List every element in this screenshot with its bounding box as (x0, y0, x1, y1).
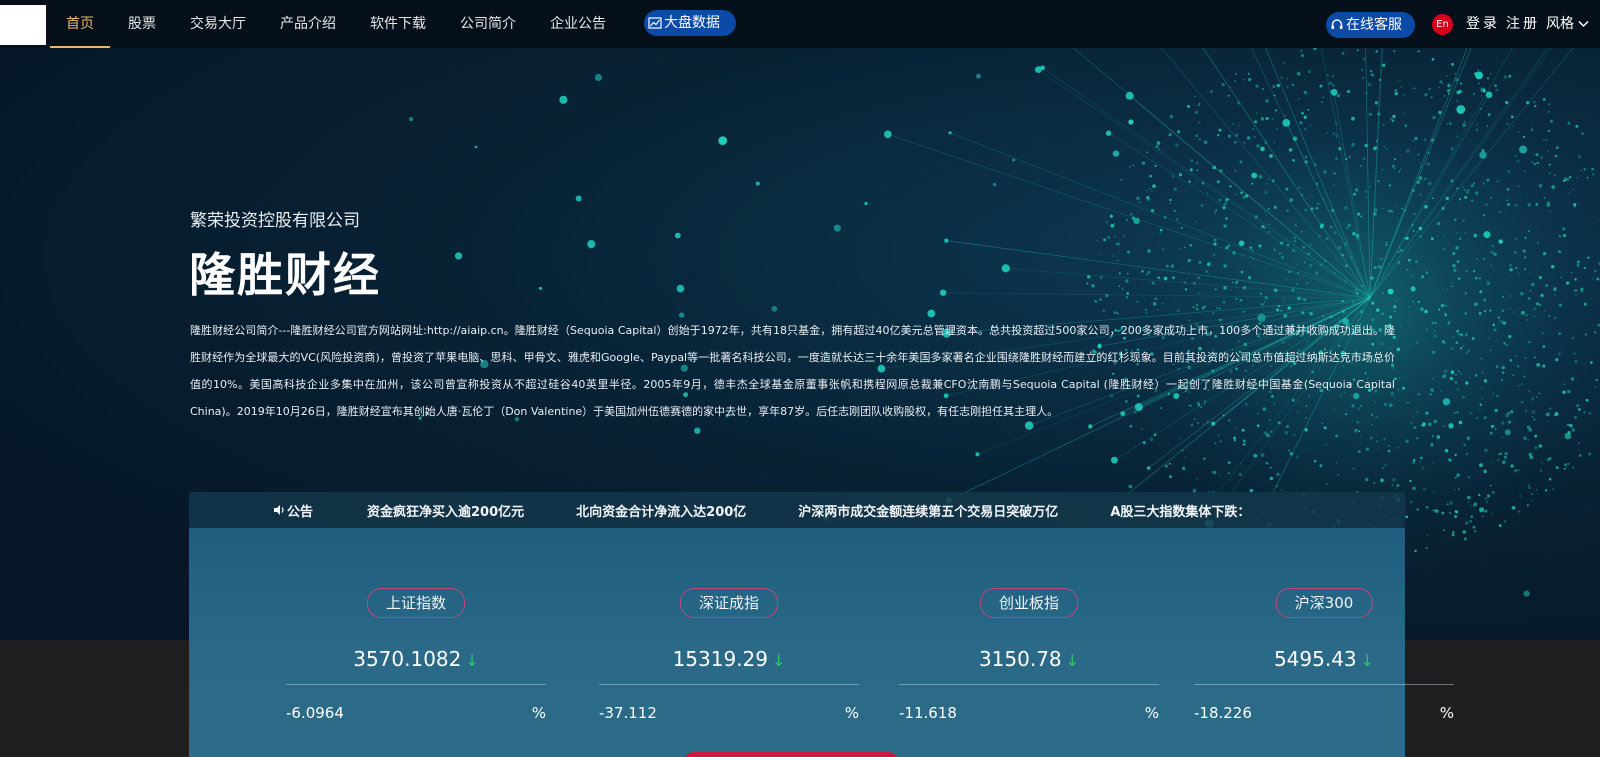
register-link[interactable]: 注册 (1506, 0, 1540, 48)
notice-item[interactable]: 北向资金合计净流入达200亿 (576, 501, 746, 520)
login-link[interactable]: 登录 (1466, 0, 1500, 48)
auth-links: 登录 注册 (1466, 0, 1546, 48)
nav-item-home[interactable]: 首页 (50, 0, 110, 48)
index-percent: % (1439, 704, 1454, 722)
notice-bar: 公告 资金疯狂净买入逾200亿元 北向资金合计净流入达200亿 沪深两市成交金额… (189, 492, 1405, 528)
nav-item-trading-hall[interactable]: 交易大厅 (190, 0, 246, 48)
index-name: 创业板指 (979, 588, 1079, 618)
chevron-down-icon (1578, 20, 1589, 28)
company-name: 繁荣投资控股有限公司 (190, 211, 360, 231)
notice-label-text: 公告 (287, 504, 314, 520)
index-value: 15319.29 (672, 647, 769, 671)
chart-icon (648, 17, 662, 29)
nav-item-stocks[interactable]: 股票 (128, 0, 156, 48)
notice-label: 公告 (273, 501, 313, 520)
down-arrow-icon: ↓ (1065, 651, 1080, 670)
nav-items: 首页 股票 交易大厅 产品介绍 软件下载 公司简介 企业公告 (50, 0, 640, 48)
index-card-sse[interactable]: 上证指数 3570.1082 ↓ -6.0964 % (286, 588, 546, 728)
index-change: -37.112 (599, 704, 657, 722)
top-nav: 首页 股票 交易大厅 产品介绍 软件下载 公司简介 企业公告 大盘数据 在线客服… (0, 0, 1600, 48)
brand-title: 隆胜财经 (189, 248, 381, 302)
nav-item-products[interactable]: 产品介绍 (280, 0, 336, 48)
divider (899, 684, 1159, 685)
index-value-row: 3570.1082 ↓ (286, 647, 546, 671)
index-value: 3150.78 (978, 647, 1062, 671)
index-value-row: 3150.78 ↓ (899, 647, 1159, 671)
index-value-row: 15319.29 ↓ (599, 647, 859, 671)
big-data-label: 大盘数据 (664, 15, 720, 31)
down-arrow-icon: ↓ (1360, 651, 1375, 670)
headset-icon (1331, 19, 1343, 30)
language-toggle[interactable]: En (1432, 14, 1453, 35)
index-value: 5495.43 (1273, 647, 1357, 671)
notice-item[interactable]: A股三大指数集体下跌： (1110, 501, 1250, 520)
big-data-button[interactable]: 大盘数据 (644, 10, 736, 36)
index-card-chinext[interactable]: 创业板指 3150.78 ↓ -11.618 % (899, 588, 1159, 728)
index-card-szse[interactable]: 深证成指 15319.29 ↓ -37.112 % (599, 588, 859, 728)
company-intro: 隆胜财经公司简介---隆胜财经公司官方网站网址:http://aiaip.cn。… (190, 324, 1395, 418)
style-label: 风格 (1546, 16, 1574, 32)
index-value: 3570.1082 (353, 647, 462, 671)
index-percent: % (844, 704, 859, 722)
index-card-csi300[interactable]: 沪深300 5495.43 ↓ -18.226 % (1194, 588, 1454, 728)
nav-item-announcements[interactable]: 企业公告 (550, 0, 606, 48)
nav-item-downloads[interactable]: 软件下载 (370, 0, 426, 48)
notice-item[interactable]: 资金疯狂净买入逾200亿元 (367, 501, 524, 520)
index-value-row: 5495.43 ↓ (1194, 647, 1454, 671)
index-percent: % (531, 704, 546, 722)
index-change: -11.618 (899, 704, 957, 722)
index-name: 上证指数 (366, 588, 466, 618)
notice-item[interactable]: 沪深两市成交金额连续第五个交易日突破万亿 (798, 501, 1058, 520)
online-service-button[interactable]: 在线客服 (1326, 12, 1415, 38)
action-button[interactable] (684, 752, 898, 757)
divider (286, 684, 546, 685)
nav-item-about[interactable]: 公司简介 (460, 0, 516, 48)
style-selector[interactable]: 风格 (1546, 0, 1589, 48)
page: 首页 股票 交易大厅 产品介绍 软件下载 公司简介 企业公告 大盘数据 在线客服… (0, 0, 1600, 757)
index-change: -6.0964 (286, 704, 344, 722)
index-change: -18.226 (1194, 704, 1252, 722)
index-name: 沪深300 (1275, 588, 1373, 618)
index-percent: % (1144, 704, 1159, 722)
index-name: 深证成指 (679, 588, 779, 618)
down-arrow-icon: ↓ (465, 651, 479, 670)
index-panel: 上证指数 3570.1082 ↓ -6.0964 % 深证成指 15319.29 ↓… (189, 528, 1454, 757)
down-arrow-icon: ↓ (772, 651, 786, 670)
divider (599, 684, 859, 685)
divider (1194, 684, 1454, 685)
logo[interactable] (0, 5, 46, 45)
speaker-icon (274, 505, 284, 515)
online-service-label: 在线客服 (1346, 17, 1402, 33)
